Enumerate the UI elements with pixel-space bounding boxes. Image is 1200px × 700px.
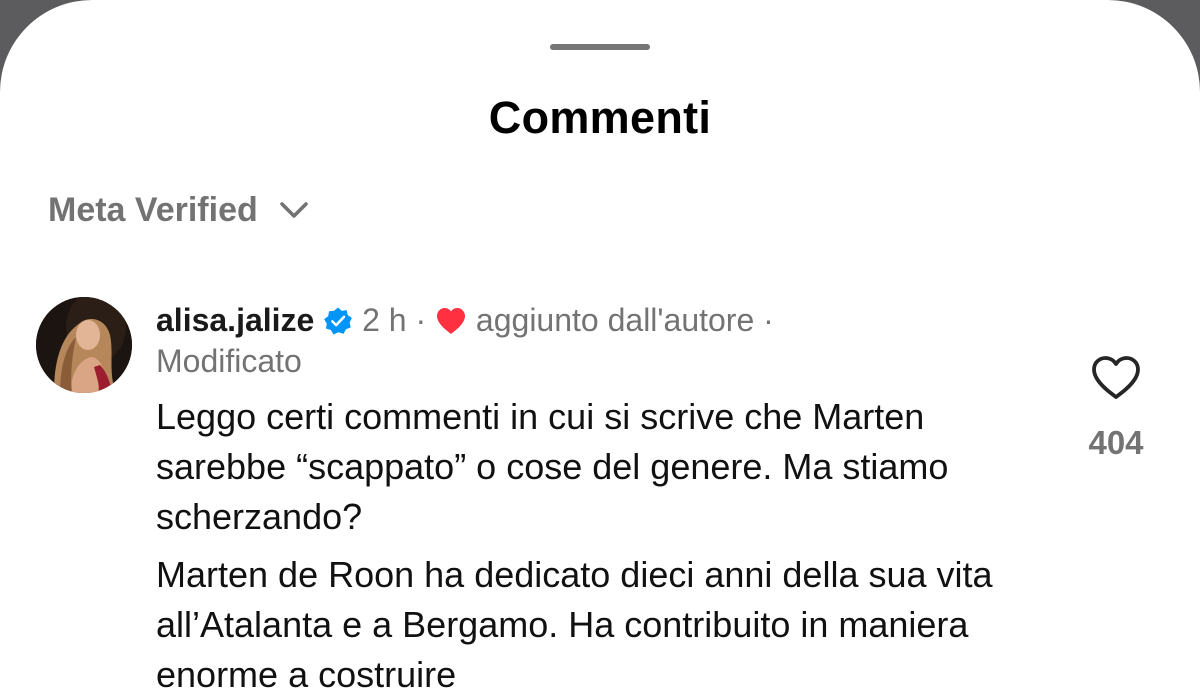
comment-username[interactable]: alisa.jalize bbox=[156, 302, 314, 338]
like-count: 404 bbox=[1088, 424, 1144, 461]
edited-label: Modificato bbox=[156, 343, 302, 379]
sheet-title: Commenti bbox=[488, 92, 712, 143]
comment-item: alisa.jalize 2 h · aggiunto dall'autore … bbox=[156, 300, 1056, 700]
heart-outline-icon[interactable] bbox=[1090, 354, 1142, 402]
chevron-down-icon bbox=[279, 202, 308, 218]
sheet-grabber[interactable] bbox=[550, 44, 650, 50]
comment-paragraph: Marten de Roon ha dedicato dieci anni de… bbox=[156, 554, 993, 695]
meta-separator-2: · bbox=[763, 302, 774, 338]
meta-verified-filter[interactable]: Meta Verified bbox=[48, 188, 312, 232]
author-like-label: aggiunto dall'autore bbox=[475, 302, 755, 338]
heart-filled-icon bbox=[437, 308, 466, 334]
avatar[interactable] bbox=[36, 297, 132, 393]
comments-sheet: Commenti Meta Verified alisa.jalize 2 h … bbox=[0, 0, 1200, 700]
filter-label: Meta Verified bbox=[48, 190, 258, 229]
avatar-image bbox=[36, 297, 132, 393]
meta-separator: · bbox=[415, 302, 427, 338]
comment-paragraph: Leggo certi commenti in cui si scrive ch… bbox=[156, 396, 949, 537]
comment-meta: alisa.jalize 2 h · aggiunto dall'autore … bbox=[156, 300, 896, 382]
comment-body: Leggo certi commenti in cui si scrive ch… bbox=[156, 392, 1046, 700]
comment-time: 2 h bbox=[362, 302, 407, 338]
verified-badge-icon bbox=[324, 307, 353, 335]
